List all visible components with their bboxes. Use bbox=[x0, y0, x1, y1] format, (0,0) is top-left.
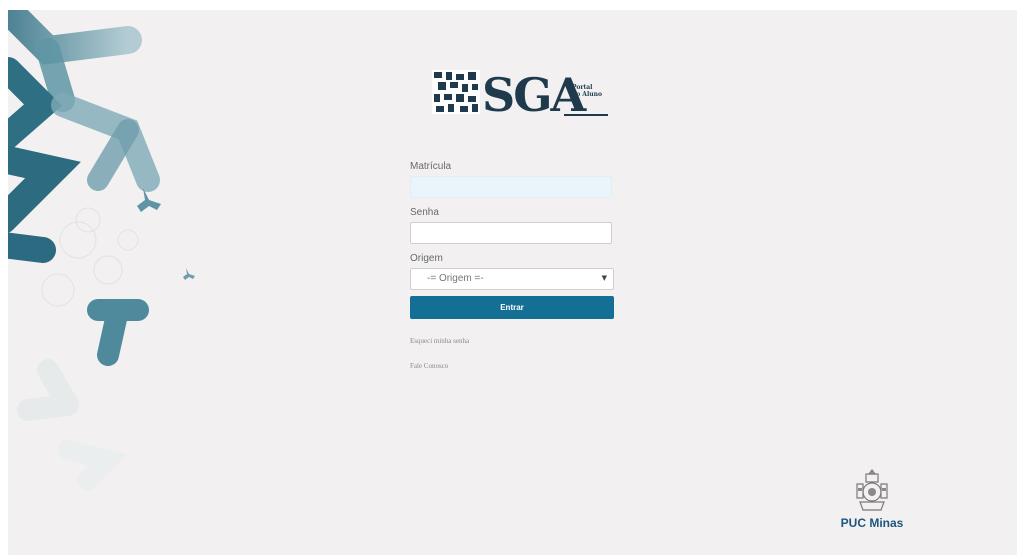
dropdown-caret-icon: ▼ bbox=[601, 274, 607, 282]
sga-logo: SGA Portal do Aluno bbox=[432, 68, 612, 128]
puc-minas-name: PUC Minas bbox=[840, 516, 904, 530]
sga-pattern-icon bbox=[432, 70, 480, 114]
contact-link[interactable]: Fale Conosco bbox=[410, 362, 614, 370]
sga-subtitle: Portal do Aluno bbox=[572, 84, 602, 98]
origem-selected-value: -= Origem =- bbox=[427, 273, 484, 284]
login-form: Matrícula Senha Origem -= Origem =- ▼ En… bbox=[410, 160, 614, 370]
senha-label: Senha bbox=[410, 207, 439, 218]
matricula-label: Matrícula bbox=[410, 161, 452, 172]
decorative-background-art bbox=[8, 10, 195, 490]
sga-subtitle-line1: Portal bbox=[572, 84, 593, 91]
origem-select[interactable]: -= Origem =- ▼ bbox=[410, 268, 614, 290]
forgot-password-link[interactable]: Esqueci minha senha bbox=[410, 337, 614, 345]
puc-crest-icon bbox=[856, 469, 888, 511]
logo-underline bbox=[564, 114, 608, 116]
entrar-button[interactable]: Entrar bbox=[410, 296, 614, 319]
sga-subtitle-line2: do Aluno bbox=[572, 91, 602, 98]
matricula-input[interactable] bbox=[410, 176, 612, 198]
senha-input[interactable] bbox=[410, 222, 612, 244]
origem-label: Origem bbox=[410, 253, 443, 264]
login-page: SGA Portal do Aluno Matrícula Senha Orig… bbox=[8, 10, 1017, 555]
puc-minas-logo: PUC Minas bbox=[832, 468, 912, 548]
